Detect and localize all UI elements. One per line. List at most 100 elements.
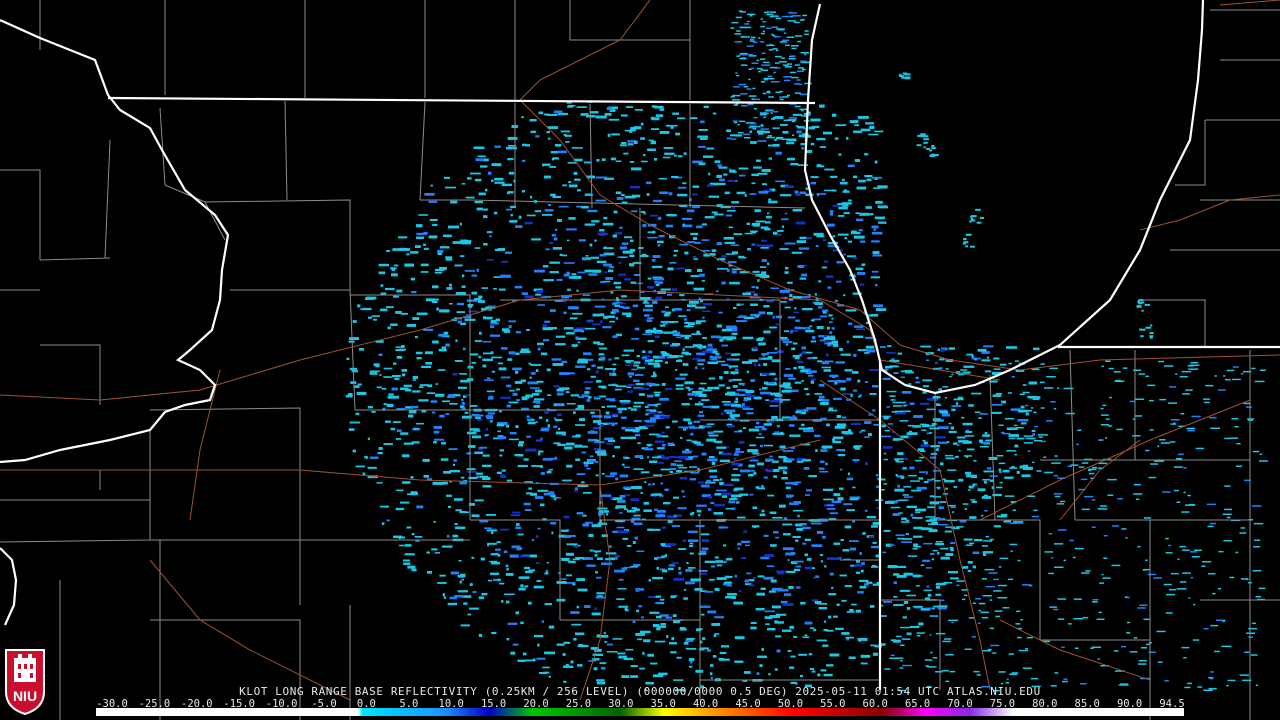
echo-streak — [466, 468, 476, 471]
echo-streak — [577, 271, 585, 274]
echo-streak — [630, 239, 634, 242]
echo-streak — [784, 271, 789, 274]
echo-streak — [789, 434, 801, 437]
echo-streak — [379, 374, 382, 376]
echo-streak — [594, 554, 598, 557]
echo-streak — [649, 460, 658, 463]
echo-streak — [689, 545, 694, 547]
echo-streak — [423, 243, 426, 246]
echo-streak — [633, 274, 641, 276]
echo-streak — [395, 311, 402, 314]
echo-streak — [376, 386, 382, 389]
echo-streak — [578, 396, 585, 399]
echo-streak — [653, 371, 656, 375]
echo-streak — [455, 509, 462, 512]
echo-streak — [483, 243, 488, 246]
echo-streak — [716, 242, 722, 245]
echo-streak — [794, 117, 798, 119]
echo-streak — [951, 405, 961, 407]
echo-streak — [798, 134, 804, 137]
echo-streak — [694, 588, 703, 591]
echo-streak — [745, 390, 755, 393]
echo-streak — [794, 64, 800, 66]
echo-streak — [756, 159, 761, 162]
echo-streak — [683, 318, 687, 321]
echo-streak — [558, 427, 561, 430]
echo-streak — [714, 556, 719, 559]
echo-streak — [876, 474, 879, 477]
echo-streak — [648, 139, 654, 142]
echo-streak — [550, 193, 556, 197]
echo-streak — [661, 383, 666, 386]
echo-streak — [660, 543, 666, 546]
echo-streak — [792, 342, 798, 345]
echo-streak — [630, 408, 637, 411]
echo-streak — [493, 211, 498, 215]
echo-streak — [629, 263, 635, 267]
echo-streak — [647, 444, 652, 447]
echo-streak — [597, 507, 608, 510]
echo-streak — [876, 308, 887, 311]
echo-streak — [998, 584, 1008, 587]
echo-streak — [552, 497, 561, 499]
echo-streak — [566, 543, 578, 546]
echo-streak — [963, 365, 975, 368]
echo-streak — [540, 503, 545, 507]
echo-streak — [766, 44, 775, 47]
echo-streak — [643, 502, 649, 505]
echo-streak — [379, 505, 389, 508]
echo-streak — [500, 347, 508, 350]
echo-streak — [935, 436, 946, 439]
echo-streak — [758, 190, 769, 194]
echo-streak — [665, 426, 670, 429]
echo-streak — [533, 658, 536, 662]
echo-streak — [449, 403, 458, 405]
echo-streak — [732, 378, 742, 381]
echo-streak — [769, 511, 777, 514]
echo-streak — [701, 539, 709, 543]
echo-streak — [805, 372, 812, 374]
echo-streak — [842, 549, 850, 552]
echo-streak — [387, 326, 391, 330]
echo-streak — [958, 478, 964, 482]
echo-streak — [714, 616, 724, 619]
echo-streak — [511, 545, 521, 549]
echo-streak — [869, 369, 880, 371]
echo-streak — [801, 147, 805, 150]
echo-streak — [834, 137, 839, 140]
echo-streak — [857, 116, 869, 119]
echo-streak — [544, 320, 551, 323]
echo-streak — [519, 555, 530, 558]
echo-streak — [455, 526, 466, 530]
echo-streak — [856, 218, 864, 221]
echo-streak — [586, 398, 591, 402]
echo-streak — [500, 274, 511, 278]
echo-streak — [536, 290, 544, 293]
echo-streak — [977, 488, 986, 492]
echo-streak — [760, 32, 765, 35]
echo-streak — [581, 206, 589, 209]
echo-streak — [614, 388, 622, 391]
echo-streak — [506, 600, 510, 604]
echo-streak — [883, 600, 892, 603]
echo-streak — [652, 383, 656, 386]
echo-streak — [873, 424, 879, 426]
echo-streak — [697, 135, 708, 138]
echo-streak — [512, 367, 522, 371]
echo-streak — [684, 336, 690, 340]
echo-streak — [789, 71, 796, 74]
echo-streak — [526, 416, 532, 420]
echo-streak — [482, 454, 490, 457]
echo-streak — [640, 122, 644, 126]
echo-streak — [534, 210, 542, 213]
echo-streak — [772, 516, 783, 519]
echo-streak — [829, 210, 834, 213]
echo-streak — [757, 279, 760, 282]
echo-streak — [731, 596, 736, 599]
echo-streak — [593, 667, 598, 671]
echo-streak — [797, 164, 808, 166]
echo-streak — [1011, 672, 1019, 674]
echo-streak — [455, 292, 466, 295]
echo-streak — [459, 580, 462, 584]
echo-streak — [864, 583, 869, 586]
